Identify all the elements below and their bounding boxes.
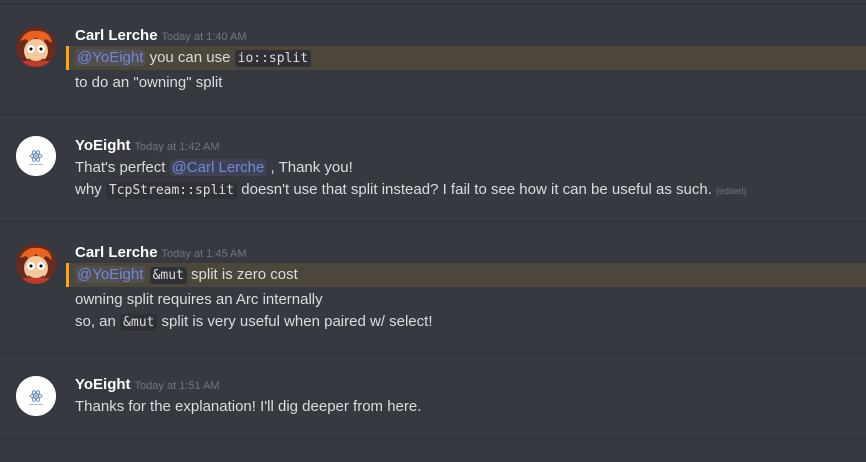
yoeight-avatar-icon[interactable] <box>16 376 56 416</box>
message-divider <box>0 438 866 439</box>
user-mention[interactable]: @YoEight <box>75 266 146 283</box>
timestamp: Today at 1:45 AM <box>161 248 247 260</box>
message-text: you can use <box>149 49 231 66</box>
message-divider <box>0 4 866 5</box>
message-text: so, an <box>75 313 116 330</box>
message-line: so, an &mut split is very useful when pa… <box>75 311 432 334</box>
message-divider <box>0 221 866 222</box>
message-line: to do an "owning" split <box>75 72 222 94</box>
author-name[interactable]: Carl Lerche <box>75 27 158 44</box>
inline-code: &mut <box>120 314 158 331</box>
inline-code: &mut <box>149 267 187 284</box>
user-mention[interactable]: @Carl Lerche <box>169 159 267 176</box>
timestamp: Today at 1:51 AM <box>134 380 220 392</box>
message-text: That's perfect <box>75 159 166 176</box>
message-text: , Thank you! <box>270 159 353 176</box>
message-divider <box>0 353 866 354</box>
edited-indicator: (edited) <box>715 186 747 196</box>
message-text: Thanks for the explanation! I'll dig dee… <box>75 398 422 415</box>
mention-bar <box>66 46 69 70</box>
inline-code: io::split <box>234 50 312 67</box>
message-text: split is zero cost <box>191 266 298 283</box>
message-line: That's perfect @Carl Lerche , Thank you! <box>75 157 353 179</box>
timestamp: Today at 1:40 AM <box>161 31 247 43</box>
inline-code: TcpStream::split <box>105 182 238 199</box>
message-header: Carl Lerche Today at 1:40 AM <box>75 27 247 45</box>
fry-avatar-icon[interactable] <box>16 27 56 67</box>
message-text: why <box>75 181 102 198</box>
user-mention[interactable]: @YoEight <box>75 49 146 66</box>
message-text: split is very useful when paired w/ sele… <box>161 313 433 330</box>
message-header: YoEight Today at 1:51 AM <box>75 376 220 394</box>
author-name[interactable]: YoEight <box>75 137 131 154</box>
message-divider <box>0 114 866 115</box>
author-name[interactable]: Carl Lerche <box>75 244 158 261</box>
message-text: to do an "owning" split <box>75 74 223 91</box>
author-name[interactable]: YoEight <box>75 376 131 393</box>
message-text: owning split requires an Arc internally <box>75 291 323 308</box>
message-line: @YoEight &mut split is zero cost <box>75 264 298 287</box>
message-header: YoEight Today at 1:42 AM <box>75 137 220 155</box>
yoeight-avatar-icon[interactable] <box>16 136 56 176</box>
message-line: why TcpStream::split doesn't use that sp… <box>75 179 746 202</box>
mention-bar <box>66 263 69 287</box>
fry-avatar-icon[interactable] <box>16 244 56 284</box>
timestamp: Today at 1:42 AM <box>134 141 220 153</box>
message-line: owning split requires an Arc internally <box>75 289 323 311</box>
message-text: doesn't use that split instead? I fail t… <box>241 181 712 198</box>
message-line: Thanks for the explanation! I'll dig dee… <box>75 396 421 418</box>
message-header: Carl Lerche Today at 1:45 AM <box>75 244 247 262</box>
message-line: @YoEight you can use io::split <box>75 47 312 70</box>
